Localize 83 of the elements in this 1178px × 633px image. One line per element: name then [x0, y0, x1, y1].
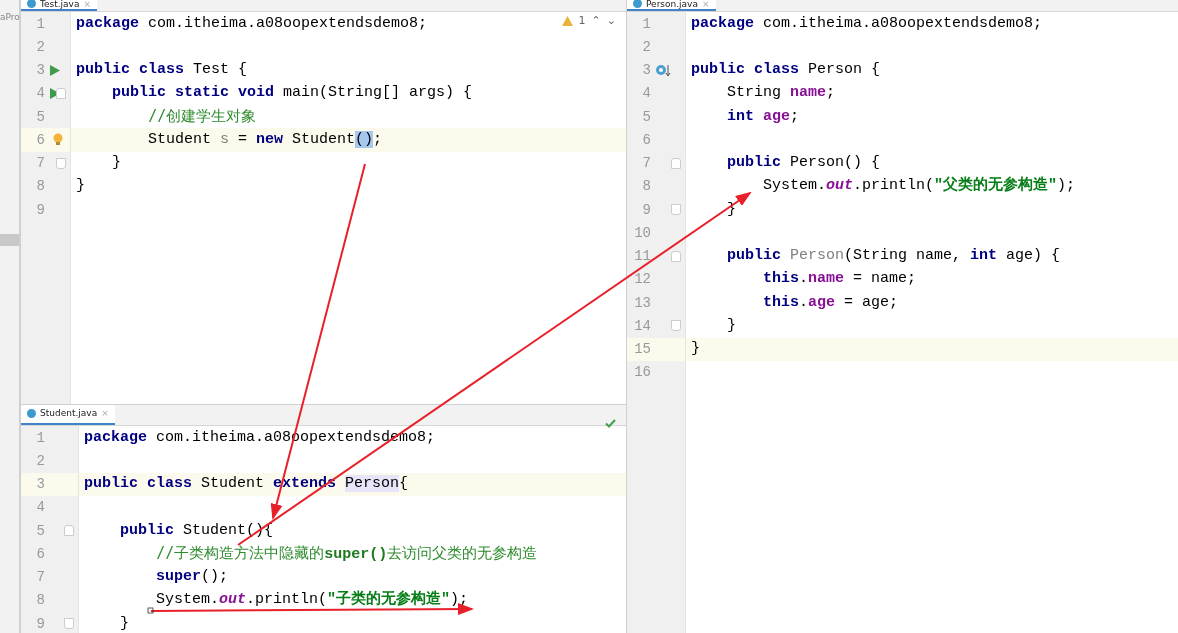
code-line: String name; — [726, 85, 836, 102]
line-number: 2 — [641, 38, 651, 55]
line-number: 12 — [633, 271, 651, 288]
line-number: 16 — [633, 364, 651, 381]
code-line: System.out.println("子类的无参构造"); — [155, 592, 469, 609]
bulb-icon[interactable] — [53, 133, 63, 147]
code-line: this.age = age; — [762, 294, 899, 311]
line-number: 8 — [35, 178, 45, 195]
warning-count: 1 — [578, 14, 586, 27]
line-number: 3 — [35, 476, 45, 493]
tab-label: Test.java — [40, 0, 80, 9]
line-number: 11 — [633, 248, 651, 265]
tab-label: Person.java — [646, 0, 698, 9]
fold-marker[interactable] — [671, 320, 681, 332]
fold-marker[interactable] — [56, 87, 66, 99]
class-icon — [633, 0, 642, 8]
fold-marker[interactable] — [64, 525, 74, 537]
code-line: public Person() { — [726, 155, 881, 172]
line-number: 8 — [641, 178, 651, 195]
code-line: public class Person { — [691, 62, 881, 79]
line-number: 5 — [35, 108, 45, 125]
line-number: 4 — [35, 499, 45, 516]
file-tab[interactable]: Person.java × — [627, 0, 716, 11]
line-number: 6 — [35, 545, 45, 562]
line-number: 4 — [35, 85, 45, 102]
class-icon — [27, 0, 36, 8]
line-number: 7 — [35, 569, 45, 586]
line-number: 10 — [633, 224, 651, 241]
line-number: 6 — [641, 131, 651, 148]
code-line: } — [726, 201, 736, 218]
line-number: 15 — [633, 341, 651, 358]
fold-marker[interactable] — [64, 618, 74, 630]
code-line: public Person(String name, int age) { — [726, 248, 1061, 265]
code-line: } — [76, 178, 85, 195]
code-line: this.name = name; — [762, 271, 917, 288]
line-number: 2 — [35, 38, 45, 55]
line-number: 1 — [35, 15, 45, 32]
fold-marker[interactable] — [671, 250, 681, 262]
fold-marker[interactable] — [671, 157, 681, 169]
code-line: //子类构造方法中隐藏的super()去访问父类的无参构造 — [155, 544, 538, 563]
file-tab[interactable]: Student.java × — [21, 405, 115, 425]
line-number: 4 — [641, 85, 651, 102]
check-icon — [605, 419, 616, 428]
code-line: super(); — [155, 569, 229, 586]
line-number: 1 — [35, 429, 45, 446]
fold-marker[interactable] — [671, 204, 681, 216]
code-line: Student s = new Student(); — [147, 131, 383, 148]
run-icon[interactable] — [50, 64, 60, 76]
class-icon — [27, 408, 36, 418]
code-line: int age; — [726, 108, 800, 125]
line-number: 13 — [633, 294, 651, 311]
line-number: 5 — [641, 108, 651, 125]
line-number: 8 — [35, 592, 45, 609]
code-line: //创建学生对象 — [147, 107, 257, 126]
line-number: 5 — [35, 522, 45, 539]
code-line: System.out.println("父类的无参构造"); — [762, 178, 1076, 195]
panel-label: aPro — [0, 12, 19, 22]
previous-arrow[interactable]: ⌃ — [591, 14, 601, 27]
code-line: public static void main(String[] args) { — [111, 85, 473, 102]
line-number: 1 — [641, 15, 651, 32]
tab-label: Student.java — [40, 408, 98, 418]
line-number: 6 — [35, 131, 45, 148]
line-number: 2 — [35, 452, 45, 469]
line-number: 3 — [35, 62, 45, 79]
line-number: 9 — [35, 201, 45, 218]
line-number: 7 — [35, 155, 45, 172]
next-arrow[interactable]: ⌄ — [606, 14, 616, 27]
code-line: package com.itheima.a08oopextendsdemo8; — [76, 15, 428, 32]
warning-icon[interactable] — [561, 15, 573, 26]
override-icon[interactable] — [655, 63, 671, 78]
file-tab[interactable]: Test.java × — [21, 0, 97, 11]
code-line: } — [111, 155, 121, 172]
code-line: } — [726, 317, 736, 334]
code-line: public class Test { — [76, 62, 248, 79]
fold-marker[interactable] — [56, 157, 66, 169]
code-line: } — [119, 615, 129, 632]
line-number: 3 — [641, 62, 651, 79]
line-number: 9 — [641, 201, 651, 218]
code-line: package com.itheima.a08oopextendsdemo8; — [691, 15, 1043, 32]
line-number: 7 — [641, 155, 651, 172]
line-number: 9 — [35, 615, 45, 632]
line-number: 14 — [633, 317, 651, 334]
code-line: } — [691, 341, 700, 358]
